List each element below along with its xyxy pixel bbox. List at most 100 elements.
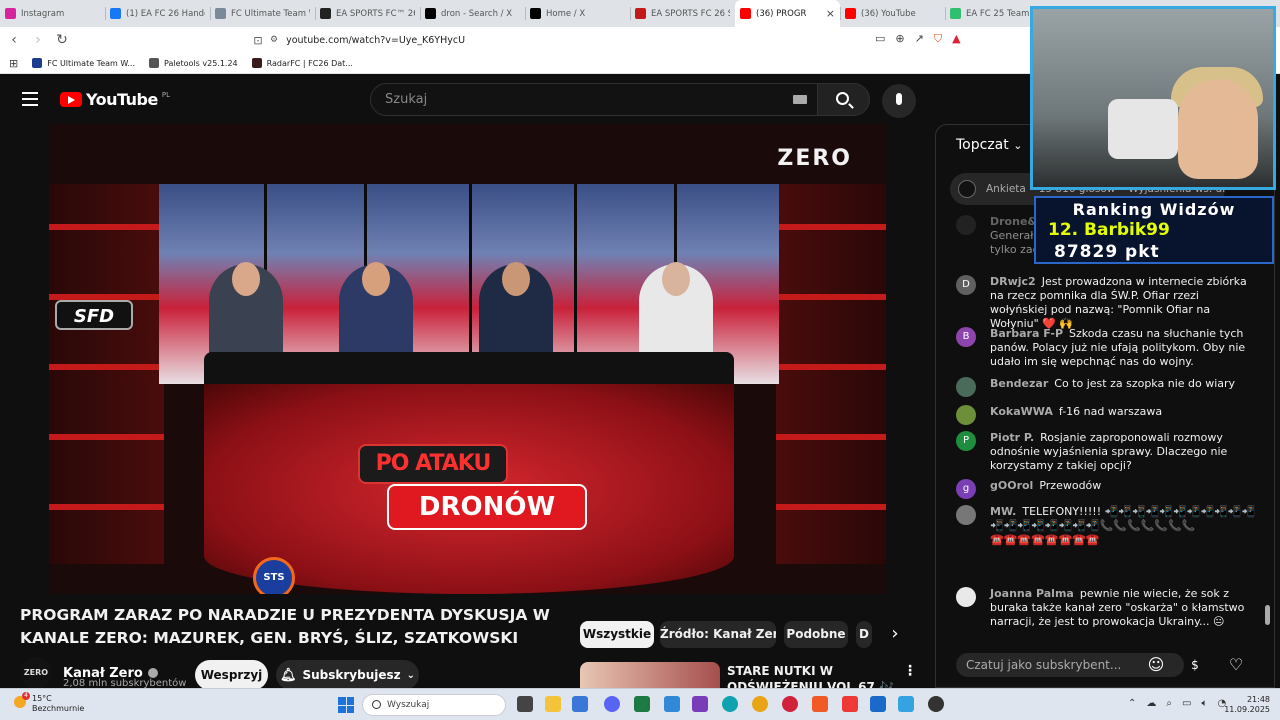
chat-message[interactable]: MW. TELEFONY!!!!! 📲📲📲📲📲📲📲📲📲📲📲📲📲📲📲📲📲📲📲📞📞📞📞… xyxy=(956,505,1256,547)
filter-chip[interactable]: Wszystkie xyxy=(580,621,654,648)
chat-message[interactable]: P Piotr P. Rosjanie zaproponowali rozmowy … xyxy=(956,431,1256,473)
microphone-icon[interactable]: ⌕ xyxy=(1166,698,1172,709)
browser-tab[interactable]: (1) EA FC 26 Handel xyxy=(105,0,210,27)
filter-chip[interactable]: D xyxy=(856,621,872,648)
opera-icon[interactable] xyxy=(782,696,798,712)
vivaldi-icon[interactable] xyxy=(842,696,858,712)
chat-message[interactable]: g gOOrol Przewodów xyxy=(956,479,1256,499)
bookmark-item[interactable]: FC Ultimate Team W... xyxy=(32,58,135,68)
chat-avatar[interactable] xyxy=(956,405,976,425)
app-icon[interactable] xyxy=(898,696,914,712)
chat-avatar[interactable] xyxy=(956,587,976,607)
emoji-icon[interactable]: ☺ xyxy=(1144,653,1168,677)
excel-icon[interactable] xyxy=(634,696,650,712)
reload-icon[interactable]: ↻ xyxy=(52,32,72,48)
zoom-icon[interactable]: ⊕ xyxy=(895,32,904,46)
tab-title: Home / X xyxy=(546,8,586,19)
windows-start-icon[interactable] xyxy=(338,697,354,713)
browser-tab[interactable]: dron - Search / X xyxy=(420,0,525,27)
video-player[interactable]: ZERO SFD PO ATAKU DRONÓW STS xyxy=(49,124,886,594)
chat-author[interactable]: MW. xyxy=(990,505,1016,518)
chat-message-body: MW. TELEFONY!!!!! 📲📲📲📲📲📲📲📲📲📲📲📲📲📲📲📲📲📲📲📞📞📞📞… xyxy=(990,505,1256,547)
tab-title: (36) YouTube xyxy=(861,8,916,19)
site-info-icon[interactable]: ⚙ xyxy=(270,35,278,45)
chat-scrollbar[interactable] xyxy=(1265,605,1270,625)
studio-desk-top xyxy=(204,352,734,388)
chevron-up-icon[interactable]: ⌃ xyxy=(1128,698,1136,709)
back-icon[interactable]: ‹ xyxy=(4,32,24,48)
brave-icon[interactable] xyxy=(812,696,828,712)
more-options-icon[interactable]: ⋮ xyxy=(903,663,917,679)
bookmark-item[interactable]: RadarFC | FC26 Dat... xyxy=(251,58,353,68)
chat-avatar[interactable]: D xyxy=(956,275,976,295)
filter-chip[interactable]: Źródło: Kanał Zero xyxy=(660,621,776,648)
chat-author[interactable]: Joanna Palma xyxy=(990,587,1074,600)
search-button[interactable] xyxy=(817,83,870,116)
vscode-icon[interactable] xyxy=(664,696,680,712)
chevron-right-icon[interactable]: › xyxy=(880,621,910,648)
chat-avatar[interactable] xyxy=(956,505,976,525)
system-clock[interactable]: 21:48 11.09.2025 xyxy=(1224,695,1270,715)
display-icon[interactable]: ▭ xyxy=(1182,698,1191,709)
tab-favicon-icon xyxy=(215,8,226,19)
apps-grid-icon[interactable]: ⊞ xyxy=(9,57,18,70)
chat-author[interactable]: Barbara F-P xyxy=(990,327,1063,340)
chat-message[interactable]: Joanna Palma pewnie nie wiecie, że sok z … xyxy=(956,587,1256,629)
edge-icon[interactable] xyxy=(722,696,738,712)
browser-tab[interactable]: EA SPORTS FC™ 26 xyxy=(315,0,420,27)
chat-mode-selector[interactable]: Topczat ⌄ xyxy=(956,137,1022,153)
cast-icon[interactable]: ▭ xyxy=(875,32,885,46)
chat-author[interactable]: gOOrol xyxy=(990,479,1033,492)
chat-message[interactable]: B Barbara F-P Szkoda czasu na słuchanie ty… xyxy=(956,327,1256,369)
cloud-icon[interactable]: ☁ xyxy=(1146,698,1156,709)
channel-avatar[interactable]: ZERO xyxy=(20,657,52,689)
chat-author[interactable]: Bendezar xyxy=(990,377,1048,390)
file-explorer-icon[interactable] xyxy=(545,696,561,712)
close-tab-icon[interactable]: × xyxy=(826,7,835,20)
heart-icon[interactable]: ♡ xyxy=(1224,653,1248,677)
subscribed-button[interactable]: 🔔︎ Subskrybujesz ⌄ xyxy=(276,660,419,690)
browser-tab[interactable]: Instagram xyxy=(0,0,105,27)
bookmark-item[interactable]: Paletools v25.1.24 xyxy=(149,58,238,68)
task-view-icon[interactable] xyxy=(517,696,533,712)
chat-avatar[interactable] xyxy=(956,215,976,235)
url-field[interactable]: ⚙ youtube.com/watch?v=Uye_K6YHycU xyxy=(270,31,870,49)
share-icon[interactable]: ↗ xyxy=(915,32,924,46)
chat-message[interactable]: D DRwjc2 Jest prowadzona w internecie zbió… xyxy=(956,275,1256,331)
weather-widget[interactable]: 4 15°C Bezchmurnie xyxy=(14,692,84,714)
bookmark-icon[interactable]: ⊡ xyxy=(248,34,268,47)
chat-avatar[interactable] xyxy=(956,377,976,397)
voice-search-button[interactable] xyxy=(882,84,916,118)
youtube-logo[interactable]: YouTube PL xyxy=(60,90,170,109)
search-input[interactable]: Szukaj xyxy=(370,83,818,116)
app-icon[interactable] xyxy=(692,696,708,712)
menu-icon[interactable] xyxy=(22,92,38,110)
forward-icon[interactable]: › xyxy=(28,32,48,48)
brave-rewards-icon[interactable]: ▲ xyxy=(952,32,960,46)
browser-tab[interactable]: (36) PROGR × xyxy=(735,0,840,27)
chat-avatar[interactable]: P xyxy=(956,431,976,451)
browser-tab[interactable]: (36) YouTube xyxy=(840,0,945,27)
browser-tab[interactable]: Home / X xyxy=(525,0,630,27)
app-icon[interactable] xyxy=(928,696,944,712)
browser-tab[interactable]: EA SPORTS FC 26 S xyxy=(630,0,735,27)
chat-author[interactable]: DRwjc2 xyxy=(990,275,1036,288)
brave-shield-icon[interactable]: ⛉ xyxy=(934,32,942,46)
volume-icon[interactable]: 🔈︎ xyxy=(1201,698,1207,709)
filter-chip[interactable]: Podobne xyxy=(784,621,848,648)
chat-author[interactable]: KokaWWA xyxy=(990,405,1053,418)
store-icon[interactable] xyxy=(572,696,588,712)
chrome-icon[interactable] xyxy=(752,696,768,712)
super-chat-icon[interactable]: $ xyxy=(1183,653,1207,677)
keyboard-icon[interactable] xyxy=(793,95,807,104)
chat-author[interactable]: Piotr P. xyxy=(990,431,1034,444)
discord-icon[interactable] xyxy=(604,696,620,712)
app-icon[interactable] xyxy=(870,696,886,712)
support-button[interactable]: Wesprzyj xyxy=(195,660,268,690)
chat-message[interactable]: Bendezar Co to jest za szopka nie do wiar… xyxy=(956,377,1256,397)
chat-message[interactable]: KokaWWA f-16 nad warszawa xyxy=(956,405,1256,425)
chat-avatar[interactable]: g xyxy=(956,479,976,499)
browser-tab[interactable]: FC Ultimate Team W xyxy=(210,0,315,27)
chat-avatar[interactable]: B xyxy=(956,327,976,347)
taskbar-search[interactable]: Wyszukaj xyxy=(362,694,506,716)
